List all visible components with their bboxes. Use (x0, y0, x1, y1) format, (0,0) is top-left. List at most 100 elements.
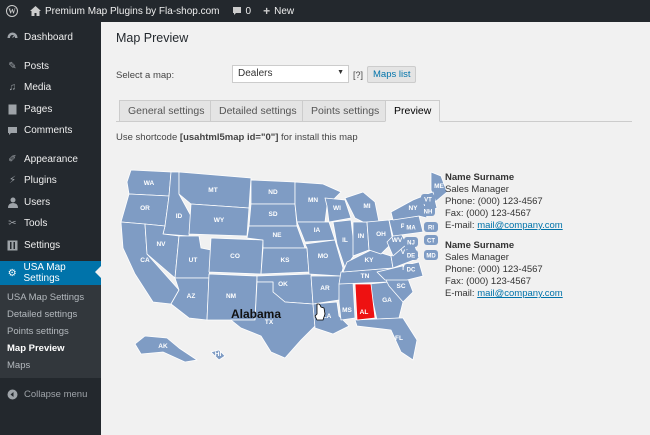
page-icon (7, 104, 18, 115)
submenu-map-preview[interactable]: Map Preview (0, 340, 101, 357)
small-state-ma[interactable]: MA (404, 222, 418, 232)
small-state-dc[interactable]: DC (404, 264, 418, 274)
plug-icon: ⚡ (8, 175, 17, 187)
contact-phone: Phone: (000) 123-4567 (445, 196, 543, 207)
state-label-mo: MO (318, 253, 328, 260)
state-label-ok: OK (278, 281, 288, 288)
wordpress-icon: W (6, 5, 18, 17)
contact-name: Name Surname (445, 172, 515, 183)
svg-text:MA: MA (406, 226, 416, 232)
dashboard-icon (7, 32, 18, 43)
menu-usa-map-settings[interactable]: ⚙ USA Map Settings (0, 261, 101, 285)
small-state-md[interactable]: MD (424, 250, 438, 260)
state-label-nv: NV (156, 241, 166, 248)
state-label-ar: AR (320, 285, 330, 292)
state-label-sc: SC (396, 283, 405, 290)
menu-plugins[interactable]: ⚡ Plugins (0, 170, 101, 192)
state-label-ky: KY (364, 257, 374, 264)
small-state-nj[interactable]: NJ (404, 237, 418, 247)
state-label-al: AL (360, 309, 369, 316)
small-state-ri[interactable]: RI (424, 222, 438, 232)
state-label-mi: MI (363, 203, 370, 210)
state-label-ia: IA (314, 227, 321, 234)
svg-text:NH: NH (424, 210, 433, 216)
state-label-wy: WY (214, 217, 225, 224)
state-label-fl: FL (395, 335, 403, 342)
contact-name: Name Surname (445, 240, 515, 251)
svg-text:DC: DC (407, 268, 416, 274)
contact-card-1: Name Surname Sales Manager Phone: (000) … (445, 172, 563, 231)
menu-posts[interactable]: ✎ Posts (0, 56, 101, 78)
state-label-ak: AK (158, 343, 168, 350)
state-fl[interactable] (354, 317, 418, 361)
highlighted-state-label: Alabama (231, 307, 281, 321)
menu-comments[interactable]: Comments (0, 120, 101, 142)
state-label-wv: WV (392, 237, 403, 244)
comment-bubble-icon (232, 7, 241, 15)
menu-media[interactable]: ♫ Media (0, 77, 101, 99)
usa-map: WAORCAIDNVMTWYUTAZCONMNDSDNEKSOKTXMNIAMO… (120, 169, 448, 363)
collapse-menu-button[interactable]: Collapse menu (0, 383, 101, 405)
submenu-detailed-settings[interactable]: Detailed settings (0, 306, 101, 323)
small-state-vt[interactable]: VT (421, 194, 435, 204)
contact-card-2: Name Surname Sales Manager Phone: (000) … (445, 240, 563, 299)
svg-text:W: W (8, 7, 16, 16)
pin-icon: ✎ (8, 60, 17, 72)
menu-appearance[interactable]: ✐ Appearance (0, 149, 101, 171)
state-label-or: OR (140, 205, 150, 212)
home-icon (30, 6, 41, 16)
contact-email-link[interactable]: mail@company.com (477, 220, 563, 231)
state-label-in: IN (358, 233, 365, 240)
submenu-points-settings[interactable]: Points settings (0, 323, 101, 340)
state-label-id: ID (176, 213, 183, 220)
wordpress-logo-button[interactable]: W (0, 0, 24, 22)
admin-bar: W Premium Map Plugins by Fla-shop.com 0 … (0, 0, 650, 22)
comments-button[interactable]: 0 (226, 0, 258, 22)
state-label-co: CO (230, 253, 240, 260)
main-content: Map Preview Select a map: Dealers ▼ [?] … (101, 22, 650, 435)
contact-email-link[interactable]: mail@company.com (477, 288, 563, 299)
svg-text:VT: VT (424, 198, 432, 204)
submenu-maps[interactable]: Maps (0, 357, 101, 374)
state-label-mn: MN (308, 197, 318, 204)
state-label-nm: NM (226, 293, 236, 300)
new-label: New (274, 5, 295, 17)
state-label-az: AZ (187, 293, 196, 300)
contact-fax: Fax: (000) 123-4567 (445, 276, 532, 287)
state-label-wa: WA (144, 180, 155, 187)
menu-dashboard[interactable]: Dashboard (0, 27, 101, 49)
state-label-wi: WI (333, 205, 341, 212)
state-label-ks: KS (280, 257, 290, 264)
menu-pages[interactable]: Pages (0, 99, 101, 121)
state-label-ca: CA (140, 257, 150, 264)
new-content-button[interactable]: + New (257, 0, 300, 22)
small-state-ct[interactable]: CT (424, 235, 438, 245)
state-ms[interactable] (338, 281, 356, 321)
admin-sidebar: Dashboard ✎ Posts ♫ Media Pages Comments… (0, 22, 101, 435)
contact-title: Sales Manager (445, 184, 509, 195)
state-label-ut: UT (189, 257, 198, 264)
submenu-usa-map-settings[interactable]: USA Map Settings (0, 289, 101, 306)
usa-map-submenu: USA Map Settings Detailed settings Point… (0, 285, 101, 378)
contact-title: Sales Manager (445, 252, 509, 263)
menu-users[interactable]: Users (0, 192, 101, 214)
state-label-mt: MT (208, 187, 217, 194)
state-label-tn: TN (361, 273, 370, 280)
comment-icon (7, 125, 18, 136)
comments-count: 0 (245, 5, 252, 17)
state-label-oh: OH (376, 231, 386, 238)
menu-tools[interactable]: ✂ Tools (0, 213, 101, 235)
state-label-nd: ND (268, 189, 278, 196)
svg-text:MD: MD (426, 254, 436, 260)
settings-icon (7, 240, 18, 251)
state-label-ms: MS (342, 307, 352, 314)
small-state-de[interactable]: DE (404, 250, 418, 260)
small-state-nh[interactable]: NH (421, 206, 435, 216)
site-name-link[interactable]: Premium Map Plugins by Fla-shop.com (24, 0, 226, 22)
state-label-sd: SD (268, 211, 277, 218)
svg-text:RI: RI (428, 226, 434, 232)
menu-settings[interactable]: Settings (0, 235, 101, 257)
state-label-ny: NY (408, 205, 418, 212)
collapse-arrow-icon (7, 389, 18, 399)
gear-icon: ⚙ (7, 267, 17, 279)
